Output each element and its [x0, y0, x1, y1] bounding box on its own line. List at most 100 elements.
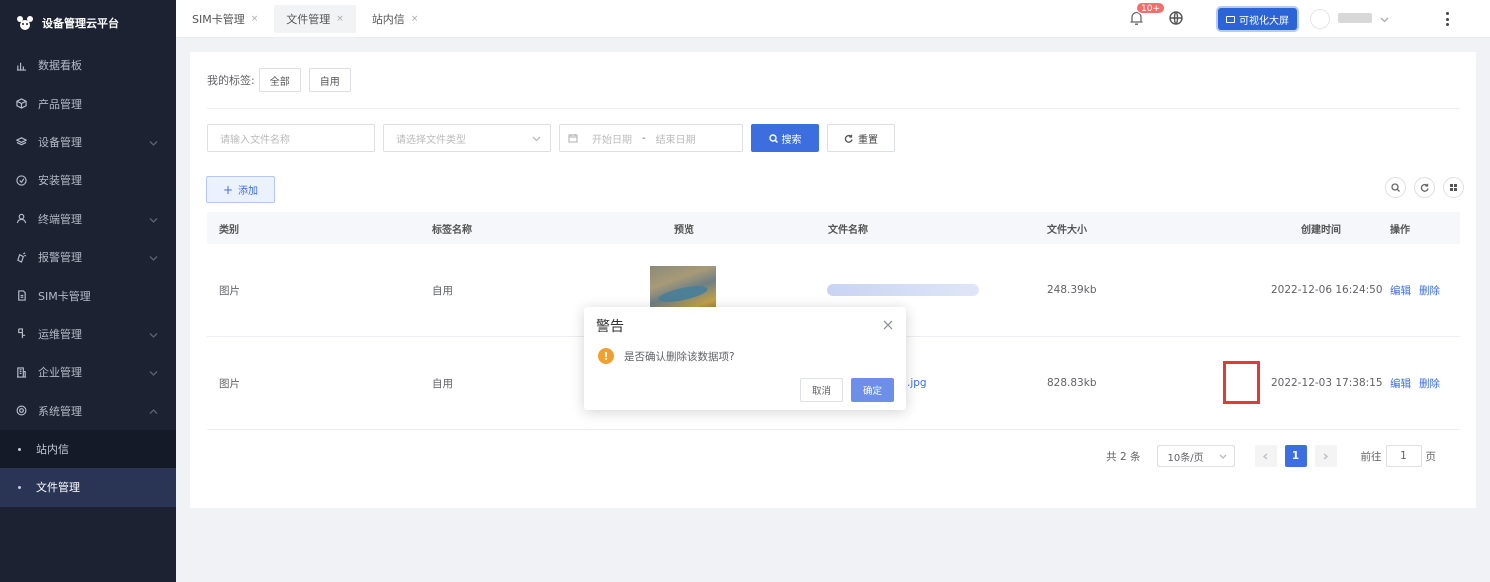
column-header: 创建时间 — [1301, 224, 1341, 236]
sidebar-item-installation[interactable]: 安装管理 — [0, 161, 176, 199]
bullet-icon — [18, 485, 21, 489]
file-name-link[interactable]: .jpg — [907, 377, 927, 389]
date-range-picker[interactable]: 开始日期 - 结束日期 — [559, 124, 743, 152]
search-toggle-icon[interactable] — [1385, 177, 1406, 198]
sidebar-subitem-messages[interactable]: 站内信 — [0, 429, 176, 469]
cancel-button[interactable]: 取消 — [800, 378, 843, 402]
app-logo[interactable]: 设备管理云平台 — [0, 0, 176, 46]
chevron-down-icon — [532, 134, 541, 143]
sidebar-item-label: SIM卡管理 — [38, 289, 91, 303]
sidebar-item-label: 报警管理 — [38, 251, 82, 265]
globe-icon[interactable] — [1169, 11, 1184, 26]
cell-type: 图片 — [219, 284, 240, 297]
delete-link[interactable]: 删除 — [1419, 285, 1440, 297]
end-date-placeholder: 结束日期 — [655, 134, 696, 146]
columns-grid-icon[interactable] — [1443, 177, 1464, 198]
divider — [207, 108, 1460, 109]
row-actions: 编辑 删除 — [1390, 376, 1448, 391]
chevron-down-icon — [149, 329, 158, 338]
add-button[interactable]: + 添加 — [206, 176, 275, 203]
goto-page: 前往 1 页 — [1360, 445, 1436, 467]
chevron-down-icon[interactable] — [1380, 14, 1389, 23]
tab-sim[interactable]: SIM卡管理 × — [180, 5, 270, 33]
more-vertical-icon[interactable] — [1442, 12, 1452, 26]
table-tools — [1377, 177, 1464, 198]
sidebar-item-label: 安装管理 — [38, 174, 82, 188]
column-header: 类别 — [219, 224, 239, 236]
delete-link[interactable]: 删除 — [1419, 378, 1440, 390]
cell-tag: 自用 — [432, 284, 453, 297]
sidebar-item-label: 运维管理 — [38, 327, 82, 341]
sidebar-item-sim[interactable]: SIM卡管理 — [0, 276, 176, 314]
logo-icon — [17, 16, 33, 30]
building-icon — [15, 366, 27, 378]
sidebar-item-enterprise[interactable]: 企业管理 — [0, 353, 176, 391]
user-icon — [15, 213, 27, 225]
server-icon — [15, 328, 27, 340]
edit-link[interactable]: 编辑 — [1390, 378, 1411, 390]
goto-prefix: 前往 — [1360, 450, 1382, 463]
username-redacted[interactable] — [1338, 13, 1372, 23]
sidebar-item-label: 系统管理 — [38, 404, 82, 418]
dialog-body: ! 是否确认删除该数据项? — [598, 348, 735, 364]
tab-label: SIM卡管理 — [192, 13, 245, 26]
chevron-up-icon — [149, 406, 158, 415]
next-page-button[interactable] — [1314, 445, 1337, 467]
date-separator: - — [642, 132, 646, 144]
sidebar-item-system[interactable]: 系统管理 — [0, 392, 176, 430]
file-name-redacted[interactable] — [827, 284, 979, 296]
monitor-icon — [1226, 15, 1235, 23]
sidebar-subitem-label: 站内信 — [36, 443, 69, 457]
column-header: 预览 — [674, 224, 694, 236]
goto-page-input[interactable]: 1 — [1385, 445, 1422, 467]
search-button[interactable]: 搜索 — [751, 124, 819, 152]
file-name-input[interactable]: 请输入文件名称 — [207, 124, 375, 152]
sidebar-item-operations[interactable]: 运维管理 — [0, 315, 176, 353]
confirm-button[interactable]: 确定 — [851, 378, 894, 402]
tab-label: 站内信 — [371, 13, 405, 26]
page-size-select[interactable]: 10条/页 — [1156, 445, 1235, 467]
sidebar-item-label: 终端管理 — [38, 212, 82, 226]
search-button-label: 搜索 — [781, 134, 802, 146]
close-icon[interactable]: × — [336, 14, 344, 24]
prev-page-button[interactable] — [1254, 445, 1277, 467]
tag-filter-row: 我的标签: 全部 自用 — [207, 68, 359, 92]
confirm-dialog: 警告 ! 是否确认删除该数据项? 取消 确定 — [584, 307, 906, 410]
cell-size: 828.83kb — [1047, 377, 1097, 389]
tag-self-use-button[interactable]: 自用 — [308, 68, 351, 92]
sidebar-item-label: 设备管理 — [38, 135, 82, 149]
sidebar-item-devices[interactable]: 设备管理 — [0, 123, 176, 161]
reset-button[interactable]: 重置 — [827, 124, 895, 152]
search-form: 请输入文件名称 请选择文件类型 开始日期 - 结束日期 搜索 重置 — [207, 124, 895, 152]
sidebar-item-products[interactable]: 产品管理 — [0, 84, 176, 122]
close-icon[interactable]: × — [411, 14, 419, 24]
tab-messages[interactable]: 站内信 × — [360, 5, 431, 33]
sidebar-subitem-files[interactable]: 文件管理 — [0, 468, 176, 507]
avatar[interactable] — [1310, 9, 1330, 29]
refresh-icon[interactable] — [1414, 177, 1435, 198]
page-number-current[interactable]: 1 — [1284, 445, 1307, 467]
edit-link[interactable]: 编辑 — [1390, 285, 1411, 297]
close-icon[interactable] — [883, 320, 893, 330]
column-header: 操作 — [1390, 224, 1410, 236]
sidebar: 设备管理云平台 数据看板 产品管理 设备管理 安装管理 终端管理 报警管理 SI… — [0, 0, 176, 582]
sidebar-item-label: 产品管理 — [38, 97, 82, 111]
settings-icon — [15, 405, 27, 417]
column-header: 文件名称 — [828, 224, 868, 236]
sidebar-item-dashboard[interactable]: 数据看板 — [0, 46, 176, 84]
notification-badge: 10+ — [1136, 2, 1165, 14]
file-type-select[interactable]: 请选择文件类型 — [383, 124, 551, 152]
column-header: 文件大小 — [1047, 224, 1087, 236]
app-title: 设备管理云平台 — [42, 17, 119, 30]
cube-icon — [15, 98, 27, 110]
placeholder: 请输入文件名称 — [220, 134, 290, 146]
close-icon[interactable]: × — [251, 14, 259, 24]
sidebar-item-alarms[interactable]: 报警管理 — [0, 238, 176, 276]
sidebar-item-terminals[interactable]: 终端管理 — [0, 200, 176, 238]
table-header: 类别 标签名称 预览 文件名称 文件大小 创建时间 操作 — [207, 212, 1460, 244]
calendar-icon — [568, 133, 578, 143]
big-screen-button[interactable]: 可视化大屏 — [1218, 8, 1297, 30]
dialog-message: 是否确认删除该数据项? — [624, 350, 735, 363]
tab-files[interactable]: 文件管理 × — [274, 5, 356, 33]
tag-all-button[interactable]: 全部 — [258, 68, 301, 92]
